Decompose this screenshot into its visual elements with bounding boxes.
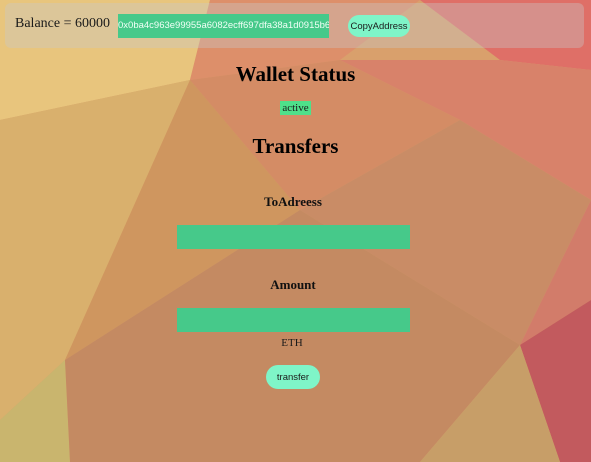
currency-unit-label: ETH [281, 337, 303, 349]
transfer-button[interactable]: transfer [266, 365, 320, 389]
amount-input[interactable] [177, 308, 410, 332]
to-address-input[interactable] [177, 225, 410, 249]
balance-text: Balance = 60000 [15, 16, 110, 31]
status-row: active [0, 98, 591, 116]
copy-address-button[interactable]: CopyAddress [348, 15, 410, 37]
to-address-label: ToAdreess [264, 194, 322, 209]
wallet-address-display: 0x0ba4c963e99955a6082ecff697dfa38a1d0915… [118, 14, 329, 38]
wallet-status-title: Wallet Status [235, 62, 356, 86]
status-badge: active [280, 101, 311, 115]
amount-label: Amount [270, 277, 316, 292]
transfers-title: Transfers [252, 134, 339, 158]
